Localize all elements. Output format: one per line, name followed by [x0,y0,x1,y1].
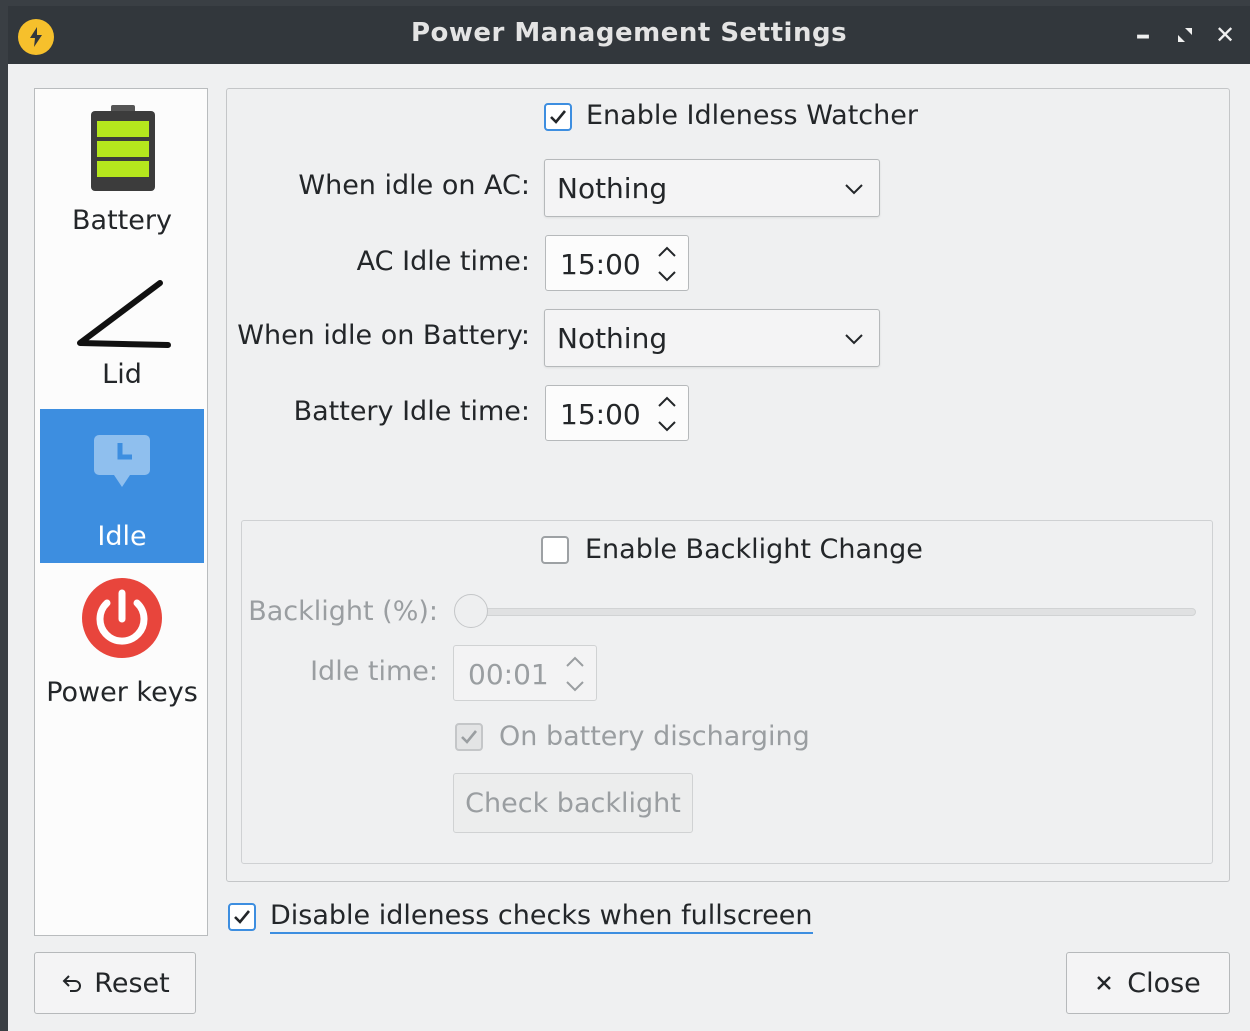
checkmark-icon [550,110,567,124]
reset-button[interactable]: Reset [34,952,196,1014]
enable-backlight-change-checkbox[interactable] [541,536,569,564]
backlight-idle-time-spinbox[interactable]: 00:01 [453,645,597,701]
check-backlight-button[interactable]: Check backlight [453,773,693,833]
battery-icon [91,105,155,191]
sidebar-item-lid[interactable]: Lid [40,251,204,405]
backlight-slider-handle[interactable] [454,594,488,628]
checkmark-icon [461,730,478,744]
close-label: Close [1127,967,1201,999]
disable-fullscreen-checks-checkbox[interactable] [228,903,256,931]
backlight-percent-label: Backlight (%): [248,596,438,627]
battery-action-dropdown[interactable]: Nothing [544,309,880,367]
ac-action-value: Nothing [557,172,668,205]
sidebar-item-power-keys[interactable]: Power keys [40,567,204,721]
close-icon [1097,976,1112,990]
minimize-button[interactable]: – [1128,17,1158,53]
idle-icon [94,435,150,487]
backlight-slider-track[interactable] [472,608,1196,616]
sidebar-item-battery[interactable]: Battery [40,95,204,249]
sidebar-item-label: Battery [72,205,172,236]
ac-action-label: When idle on AC: [298,170,530,201]
sidebar-item-label: Idle [97,521,147,552]
maximize-button[interactable] [1170,20,1200,50]
title-bar[interactable]: Power Management Settings – ✕ [8,6,1250,64]
checkmark-icon [234,910,251,924]
battery-action-value: Nothing [557,322,668,355]
sidebar-item-idle[interactable]: Idle [40,409,204,563]
chevron-down-icon [845,184,863,195]
on-battery-discharging-label[interactable]: On battery discharging [499,721,810,752]
window-title: Power Management Settings [410,18,848,48]
close-icon: ✕ [1214,21,1236,49]
chevron-down-icon [845,334,863,345]
undo-icon [62,975,82,992]
sidebar: Battery Lid Idle Power keys [34,88,208,936]
reset-label: Reset [94,967,170,999]
backlight-group [241,520,1213,864]
spin-arrows-icon[interactable] [654,242,680,286]
spin-arrows-icon[interactable] [562,652,588,696]
backlight-idle-time-value: 00:01 [468,658,549,691]
ac-action-dropdown[interactable]: Nothing [544,159,880,217]
ac-idle-time-value: 15:00 [560,248,641,281]
ac-idle-time-label: AC Idle time: [356,246,530,277]
disable-fullscreen-checks-label[interactable]: Disable idleness checks when fullscreen [270,900,813,934]
sidebar-item-label: Power keys [46,677,198,708]
backlight-idle-time-label: Idle time: [310,656,438,687]
battery-idle-time-label: Battery Idle time: [293,396,530,427]
on-battery-discharging-checkbox[interactable] [455,723,483,751]
battery-action-label: When idle on Battery: [237,320,530,351]
power-icon [82,578,162,658]
power-management-window: Power Management Settings – ✕ Battery Li… [8,6,1250,1031]
battery-idle-time-value: 15:00 [560,398,641,431]
spin-arrows-icon[interactable] [654,392,680,436]
enable-idleness-watcher-label[interactable]: Enable Idleness Watcher [586,100,918,131]
close-window-button[interactable]: ✕ [1210,20,1240,50]
sidebar-item-label: Lid [102,359,142,390]
minimize-icon: – [1135,17,1151,53]
close-button[interactable]: Close [1066,952,1230,1014]
restore-icon [1178,28,1192,42]
battery-idle-time-spinbox[interactable]: 15:00 [545,385,689,441]
lid-icon [77,280,171,348]
check-backlight-label: Check backlight [465,787,681,819]
ac-idle-time-spinbox[interactable]: 15:00 [545,235,689,291]
enable-idleness-watcher-checkbox[interactable] [544,103,572,131]
enable-backlight-change-label[interactable]: Enable Backlight Change [585,534,923,565]
